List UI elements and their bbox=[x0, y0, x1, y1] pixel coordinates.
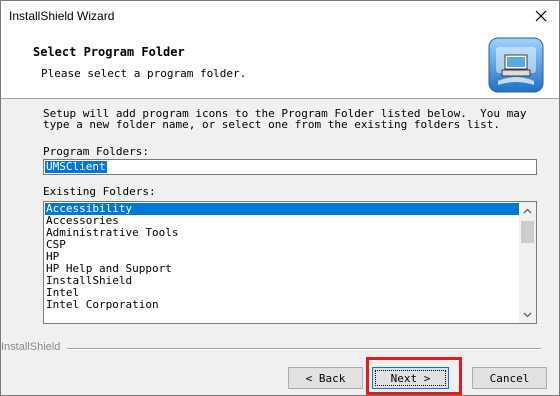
wizard-body: Setup will add program icons to the Prog… bbox=[1, 100, 559, 340]
title-bar: InstallShield Wizard bbox=[1, 1, 559, 31]
program-folder-input[interactable]: UMSClient bbox=[43, 159, 537, 175]
page-subtitle: Please select a program folder. bbox=[41, 67, 247, 80]
back-button[interactable]: < Back bbox=[288, 367, 363, 389]
window-title: InstallShield Wizard bbox=[9, 9, 115, 23]
installshield-wizard-window: InstallShield Wizard Select Program Fold… bbox=[0, 0, 560, 396]
list-item[interactable]: CSP bbox=[45, 239, 519, 251]
scroll-down-button[interactable] bbox=[519, 306, 536, 323]
footer-brand: InstallShield bbox=[1, 341, 559, 355]
existing-folders-label: Existing Folders: bbox=[43, 185, 156, 198]
folder-items: Accessibility Accessories Administrative… bbox=[45, 203, 519, 311]
footer-divider bbox=[67, 348, 541, 350]
chevron-down-icon bbox=[523, 312, 532, 317]
folder-list-scrollbar[interactable] bbox=[519, 202, 536, 323]
cancel-button[interactable]: Cancel bbox=[472, 367, 547, 389]
list-item[interactable]: Intel Corporation bbox=[45, 299, 519, 311]
existing-folders-list[interactable]: Accessibility Accessories Administrative… bbox=[43, 201, 537, 324]
close-icon bbox=[535, 10, 547, 22]
page-title: Select Program Folder bbox=[33, 45, 185, 59]
installer-computer-icon bbox=[488, 37, 544, 93]
scroll-up-button[interactable] bbox=[519, 202, 536, 219]
list-item[interactable]: Administrative Tools bbox=[45, 227, 519, 239]
next-button-highlight bbox=[366, 357, 462, 395]
program-folder-value: UMSClient bbox=[45, 160, 107, 173]
chevron-up-icon bbox=[523, 208, 532, 213]
brand-label: InstallShield bbox=[1, 341, 61, 353]
close-button[interactable] bbox=[523, 1, 559, 31]
instructions-text: Setup will add program icons to the Prog… bbox=[43, 107, 527, 131]
list-item[interactable]: InstallShield bbox=[45, 275, 519, 287]
program-folders-label: Program Folders: bbox=[43, 145, 149, 158]
scroll-thumb[interactable] bbox=[521, 221, 534, 243]
wizard-header: Select Program Folder Please select a pr… bbox=[1, 31, 559, 99]
